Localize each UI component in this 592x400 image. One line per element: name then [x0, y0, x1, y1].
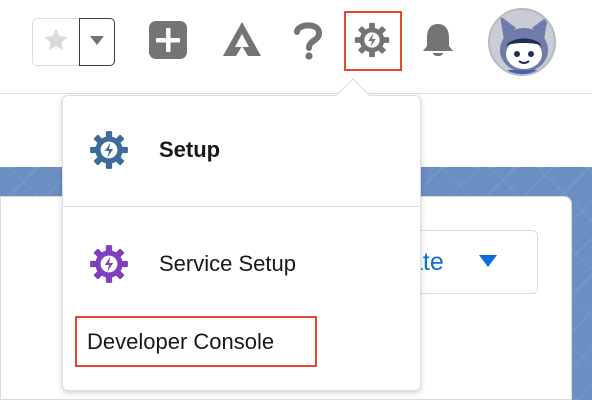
chevron-down-icon — [89, 33, 105, 51]
global-header — [0, 0, 592, 94]
menu-divider — [63, 206, 420, 207]
menu-item-label: Developer Console — [87, 328, 275, 354]
menu-item-developer-console[interactable]: Developer Console — [75, 316, 317, 367]
global-actions-button[interactable] — [148, 20, 188, 65]
notifications-button[interactable] — [418, 22, 458, 62]
caret-down-icon — [478, 254, 498, 273]
menu-item-label: Setup — [159, 137, 221, 162]
question-icon — [291, 20, 325, 65]
astro-avatar — [490, 10, 554, 74]
gear-icon — [87, 242, 131, 286]
trailhead-button[interactable] — [221, 20, 263, 65]
help-button[interactable] — [288, 20, 328, 65]
menu-item-label: Service Setup — [159, 251, 296, 276]
favorite-button[interactable] — [32, 18, 80, 66]
menu-item-setup[interactable]: Setup — [63, 122, 420, 178]
bell-icon — [419, 20, 457, 65]
star-icon — [42, 26, 70, 59]
favorites-group — [32, 18, 116, 66]
menu-item-service-setup[interactable]: Service Setup — [63, 236, 420, 292]
gear-icon — [87, 128, 131, 172]
favorites-list-button[interactable] — [79, 18, 115, 66]
user-avatar[interactable] — [488, 8, 556, 76]
trailhead-icon — [221, 20, 263, 65]
plus-icon — [148, 20, 188, 65]
setup-button-highlight — [344, 11, 402, 71]
